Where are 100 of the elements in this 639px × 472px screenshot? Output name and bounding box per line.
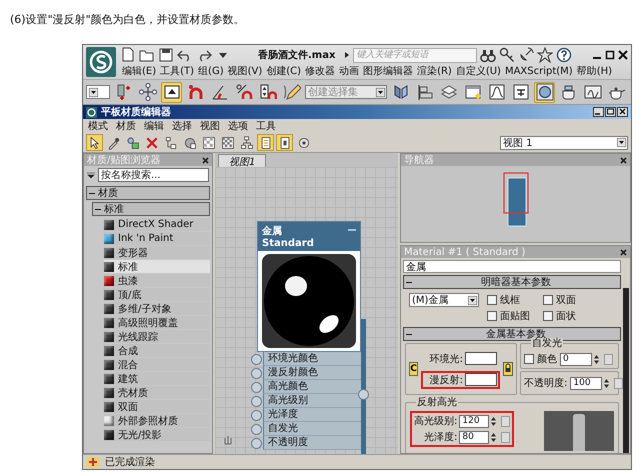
close-icon[interactable]: [202, 156, 209, 164]
search-field[interactable]: 键入关键字或短语: [353, 48, 478, 62]
map-button[interactable]: [614, 378, 624, 388]
collapse-icon[interactable]: [406, 331, 412, 337]
input-socket-icon[interactable]: [251, 438, 262, 448]
material-list-item[interactable]: 多维/子对象: [104, 302, 210, 315]
close-icon[interactable]: [620, 248, 627, 256]
material-list-item[interactable]: 高级照明覆盖: [104, 316, 210, 329]
spinner-field[interactable]: 0: [560, 352, 592, 366]
color-swatch[interactable]: [465, 352, 497, 365]
input-socket-icon[interactable]: [251, 368, 262, 378]
menu-item[interactable]: 编辑: [144, 119, 164, 133]
material-list-item[interactable]: DirectX Shader: [104, 218, 210, 231]
material-list-item[interactable]: Ink 'n Paint: [104, 232, 210, 245]
new-file-icon[interactable]: [120, 47, 136, 63]
material-list-item[interactable]: 外部参照材质: [104, 414, 210, 427]
menu-item[interactable]: 自定义(U): [456, 64, 501, 78]
maximize-icon[interactable]: [605, 107, 616, 117]
checkbox[interactable]: [543, 311, 553, 321]
material-list-item[interactable]: 无光/投影: [104, 428, 210, 441]
material-list-item[interactable]: 双面: [104, 400, 210, 413]
dropdown-field[interactable]: [86, 85, 110, 99]
menu-item[interactable]: 渲染(R): [417, 64, 452, 78]
key-icon[interactable]: [499, 47, 516, 63]
menu-item[interactable]: 视图(V): [228, 64, 262, 78]
view-tab[interactable]: 视图1: [218, 154, 266, 167]
menu-item[interactable]: 选择: [172, 119, 192, 133]
collapse-icon[interactable]: [406, 279, 412, 285]
star-icon[interactable]: [537, 47, 554, 63]
spinner-arrows-icon[interactable]: [490, 432, 498, 442]
lock-button[interactable]: C: [409, 362, 418, 376]
search-field[interactable]: 按名称搜索...: [98, 168, 209, 182]
menu-item[interactable]: 视图: [200, 119, 220, 133]
checkbox[interactable]: [487, 311, 497, 321]
menu-item[interactable]: 选项: [228, 119, 248, 133]
menu-item[interactable]: 图形编辑器: [363, 64, 414, 78]
help-icon[interactable]: [556, 47, 572, 63]
collapse-icon[interactable]: [95, 206, 101, 212]
spinner-field[interactable]: 80: [459, 430, 490, 444]
menu-item[interactable]: 组(G): [198, 64, 224, 78]
menu-item[interactable]: 动画: [339, 64, 360, 78]
material-list-item[interactable]: 混合: [104, 358, 210, 371]
material-list-item[interactable]: 标准: [104, 260, 210, 273]
maximize-icon[interactable]: [605, 50, 615, 60]
material-list-item[interactable]: 光线跟踪: [104, 330, 210, 343]
spinner-arrows-icon[interactable]: [593, 354, 600, 364]
node-slot[interactable]: 漫反射颜色: [263, 366, 361, 380]
checker-icon[interactable]: [200, 134, 217, 151]
node-tree-icon[interactable]: [238, 134, 255, 151]
menu-item[interactable]: 模式: [88, 119, 108, 133]
material-editor-icon[interactable]: [534, 82, 555, 102]
material-list-item[interactable]: 壳材质: [104, 386, 210, 399]
dropdown-arrow-icon[interactable]: [87, 171, 95, 179]
spinner-arrows-icon[interactable]: [603, 378, 610, 388]
node-slot[interactable]: 高光颜色: [263, 380, 361, 394]
material-node[interactable]: 金属 Standard: [257, 221, 361, 352]
selection-window-icon[interactable]: [161, 82, 182, 102]
pencil-icon[interactable]: [281, 82, 302, 102]
node-slot[interactable]: 光泽度: [263, 408, 361, 422]
material-list-item[interactable]: 合成: [104, 344, 210, 357]
input-socket-icon[interactable]: [251, 382, 262, 392]
input-socket-icon[interactable]: [251, 396, 262, 406]
checkbox[interactable]: [524, 354, 534, 364]
tree-group-header[interactable]: 标准: [92, 202, 210, 216]
node-slot[interactable]: 不透明度: [263, 436, 361, 450]
menu-item[interactable]: 修改器: [305, 64, 336, 78]
checkbox[interactable]: [543, 295, 553, 305]
collapse-icon[interactable]: [89, 190, 95, 196]
rollout-header[interactable]: 明暗器基本参数: [403, 275, 621, 289]
close-icon[interactable]: [620, 156, 627, 164]
output-socket-icon[interactable]: [358, 389, 369, 400]
menu-item[interactable]: 帮助(H): [576, 64, 612, 78]
scrollbar[interactable]: [623, 288, 629, 453]
lock-icon[interactable]: [503, 362, 513, 376]
close-icon[interactable]: [617, 107, 628, 117]
move-icon[interactable]: [137, 82, 158, 102]
menu-item[interactable]: 工具(T): [160, 64, 194, 78]
view-dropdown[interactable]: 视图 1: [500, 136, 628, 150]
material-list-item[interactable]: 变形器: [104, 246, 210, 259]
node-slot[interactable]: 自发光: [263, 422, 361, 436]
save-icon[interactable]: [158, 47, 174, 63]
material-name-field[interactable]: 金属: [403, 260, 621, 273]
material-list-item[interactable]: 虫漆: [104, 274, 210, 287]
show-end-icon[interactable]: [276, 134, 293, 151]
material-list-item[interactable]: 建筑: [104, 372, 210, 385]
expand-arrow-icon[interactable]: [344, 51, 350, 59]
input-socket-icon[interactable]: [251, 354, 262, 364]
shader-dropdown[interactable]: (M)金属: [409, 293, 479, 307]
menu-item[interactable]: 创建(C): [266, 64, 302, 78]
minimize-icon[interactable]: [593, 107, 604, 117]
node-slot[interactable]: 环境光颜色: [263, 352, 361, 366]
menu-item[interactable]: 工具: [256, 119, 276, 133]
app-logo-icon[interactable]: [86, 47, 116, 77]
material-list-item[interactable]: 顶/底: [104, 288, 210, 301]
checkbox[interactable]: [487, 295, 497, 305]
tree-group-header[interactable]: 材质: [86, 186, 210, 200]
menu-item[interactable]: 编辑(E): [122, 64, 156, 78]
color-swatch[interactable]: [465, 373, 497, 386]
node-slot[interactable]: 高光级别: [263, 394, 361, 408]
spinner-arrows-icon[interactable]: [490, 416, 498, 426]
